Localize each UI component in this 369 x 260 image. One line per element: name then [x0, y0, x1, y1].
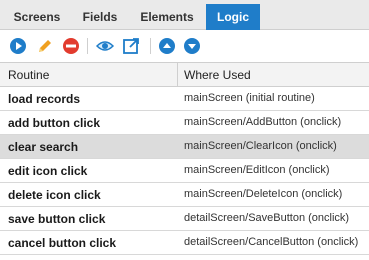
routine-name: cancel button click: [8, 236, 117, 250]
view-icon[interactable]: [96, 37, 114, 55]
column-header-where-used[interactable]: Where Used: [184, 68, 251, 82]
table-row[interactable]: save button click detailScreen/SaveButto…: [0, 207, 369, 231]
column-header-routine[interactable]: Routine: [8, 68, 49, 82]
routine-name: add button click: [8, 116, 101, 130]
logic-grid: Routine Where Used load records mainScre…: [0, 62, 369, 255]
open-external-icon[interactable]: [122, 37, 140, 55]
tab-logic[interactable]: Logic: [206, 4, 260, 30]
table-row[interactable]: add button click mainScreen/AddButton (o…: [0, 111, 369, 135]
routine-name: clear search: [8, 140, 79, 154]
move-up-icon[interactable]: [158, 37, 176, 55]
play-icon[interactable]: [9, 37, 27, 55]
routine-name: delete icon click: [8, 188, 101, 202]
table-row[interactable]: cancel button click detailScreen/CancelB…: [0, 231, 369, 255]
where-used: mainScreen/DeleteIcon (onclick): [184, 188, 343, 200]
routine-name: save button click: [8, 212, 106, 226]
table-row-selected[interactable]: clear search mainScreen/ClearIcon (oncli…: [0, 135, 369, 159]
where-used: mainScreen/ClearIcon (onclick): [184, 140, 337, 152]
where-used: mainScreen (initial routine): [184, 92, 315, 104]
where-used: detailScreen/SaveButton (onclick): [184, 212, 350, 224]
edit-icon[interactable]: [36, 37, 54, 55]
tab-bar: Screens Fields Elements Logic: [0, 0, 369, 30]
delete-icon[interactable]: [62, 37, 80, 55]
routine-name: edit icon click: [8, 164, 88, 178]
where-used: detailScreen/CancelButton (onclick): [184, 236, 359, 248]
routine-name: load records: [8, 92, 81, 106]
toolbar-separator: [150, 38, 151, 54]
grid-header: Routine Where Used: [0, 63, 369, 87]
toolbar-separator: [87, 38, 88, 54]
table-row[interactable]: delete icon click mainScreen/DeleteIcon …: [0, 183, 369, 207]
column-divider: [177, 63, 178, 87]
table-row[interactable]: edit icon click mainScreen/EditIcon (onc…: [0, 159, 369, 183]
tab-screens[interactable]: Screens: [6, 4, 68, 30]
tab-fields[interactable]: Fields: [72, 4, 128, 30]
move-down-icon[interactable]: [183, 37, 201, 55]
tab-elements[interactable]: Elements: [132, 4, 202, 30]
where-used: mainScreen/EditIcon (onclick): [184, 164, 330, 176]
where-used: mainScreen/AddButton (onclick): [184, 116, 342, 128]
toolbar: [0, 30, 369, 62]
table-row[interactable]: load records mainScreen (initial routine…: [0, 87, 369, 111]
